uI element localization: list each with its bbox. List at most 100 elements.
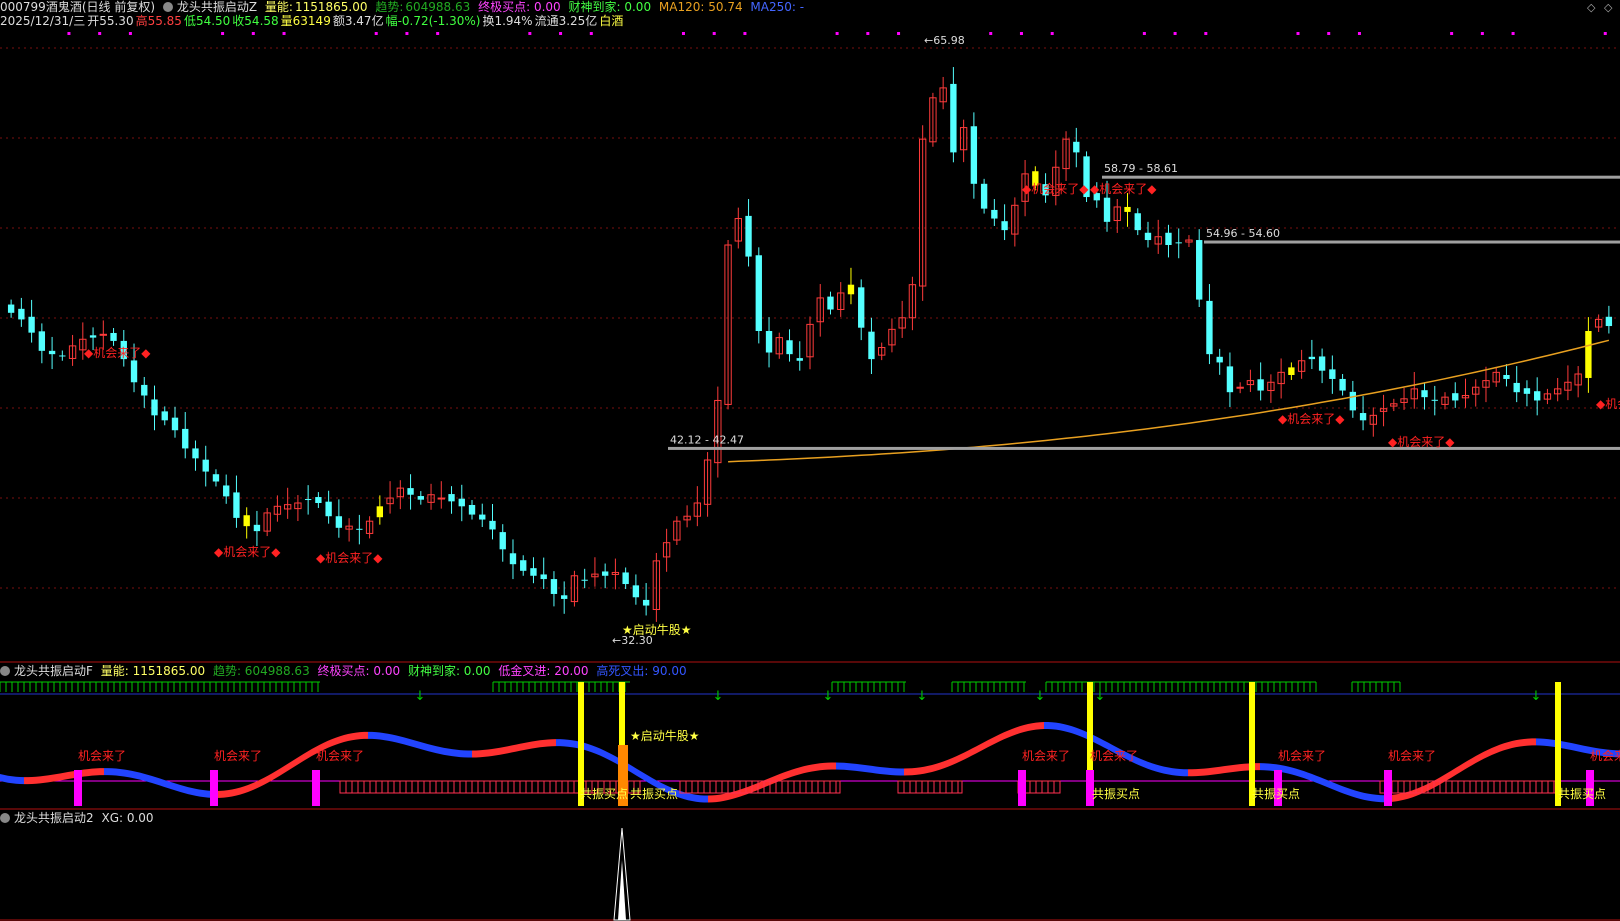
oscillator-band [436, 746, 440, 755]
oscillator-band [652, 777, 656, 788]
oscillator-band [1396, 793, 1400, 802]
oscillator-band [56, 773, 60, 782]
candle-body [325, 501, 332, 517]
oscillator-band [916, 767, 920, 775]
oscillator-band [964, 750, 968, 760]
candle-body [1216, 356, 1223, 363]
oscillator-band [128, 770, 132, 778]
oscillator-band [736, 789, 740, 798]
top-signal-dot [1142, 32, 1146, 35]
oscillator-band [444, 747, 448, 756]
kline-chart[interactable]: 58.79 - 58.61 54.96 - 54.60 42.12 - 42.47 ←… [0, 0, 1620, 921]
candle-body [1349, 391, 1357, 411]
oscillator-band [1184, 769, 1188, 777]
oscillator-band [936, 762, 940, 771]
candle-body [1073, 141, 1080, 153]
oscillator-band [1316, 775, 1320, 785]
candle-body [407, 488, 414, 495]
oscillator-band [716, 794, 720, 803]
candle-body [48, 350, 56, 355]
oscillator-band [116, 768, 120, 776]
oscillator-band [1052, 722, 1056, 730]
oscillator-band [1016, 726, 1020, 735]
oscillator-band [368, 731, 372, 739]
oscillator-band [1004, 730, 1008, 740]
oscillator-band [1528, 738, 1532, 746]
candle-body [581, 579, 588, 581]
oscillator-band [1268, 763, 1272, 771]
oscillator-band [832, 762, 836, 770]
oscillator-band [484, 749, 488, 757]
oscillator-band [860, 764, 864, 772]
oscillator-band [516, 743, 520, 752]
sub-signal-label: 机会来了 [1388, 749, 1436, 763]
candle-body [796, 358, 803, 361]
candle-body [1124, 206, 1131, 212]
candle-body [868, 331, 875, 360]
oscillator-band [148, 774, 152, 784]
oscillator-band [904, 768, 908, 776]
candle-body [1288, 367, 1295, 375]
oscillator-band [920, 766, 924, 775]
oscillator-band [1096, 736, 1100, 746]
oscillator-band [1340, 785, 1344, 794]
oscillator-band [1008, 728, 1012, 738]
oscillator-band [224, 790, 228, 798]
oscillator-band [1024, 724, 1028, 732]
oscillator-band [1532, 738, 1536, 746]
oscillator-band [816, 763, 820, 771]
candle-body [417, 496, 424, 500]
oscillator-band [708, 795, 712, 803]
oscillator-band [1176, 768, 1180, 776]
top-signal-dot [989, 32, 993, 35]
oscillator-band [1376, 794, 1380, 803]
oscillator-band [68, 771, 72, 780]
top-signal-dot [835, 32, 839, 35]
top-signal-dot [866, 32, 870, 35]
oscillator-band [360, 731, 364, 740]
oscillator-band [332, 737, 336, 747]
top-signal-dot [1511, 32, 1515, 35]
candle-body [1134, 213, 1141, 231]
oscillator-band [100, 768, 104, 776]
oscillator-band [356, 732, 360, 740]
magenta-signal-bar [210, 770, 218, 806]
oscillator-band [1196, 768, 1200, 777]
oscillator-band [584, 742, 588, 751]
oscillator-band [520, 742, 524, 751]
oscillator-band [952, 756, 956, 766]
oscillator-band [416, 740, 420, 749]
oscillator-band [612, 754, 616, 764]
oscillator-band [532, 740, 536, 749]
candle-body [1236, 386, 1244, 389]
oscillator-band [636, 768, 640, 778]
oscillator-band [1260, 763, 1264, 771]
oscillator-band [864, 764, 868, 773]
oscillator-band [84, 769, 88, 777]
oscillator-band [288, 761, 292, 771]
oscillator-band [1148, 761, 1152, 771]
oscillator-band [788, 769, 792, 778]
oscillator-band [1356, 790, 1360, 799]
oscillator-band [1452, 767, 1456, 778]
oscillator-band [452, 749, 456, 757]
candle-body [991, 209, 998, 219]
oscillator-band [720, 793, 724, 802]
oscillator-band [1500, 743, 1504, 752]
candle-body [141, 384, 148, 396]
oscillator-band [1180, 768, 1184, 777]
oscillator-band [512, 744, 516, 753]
oscillator-band [528, 741, 532, 750]
oscillator-band [328, 739, 332, 748]
oscillator-band [960, 752, 964, 762]
oscillator-band [388, 733, 392, 742]
oscillator-band [792, 768, 796, 777]
oscillator-band [944, 759, 948, 769]
oscillator-band [380, 732, 384, 741]
candle-body [561, 595, 568, 599]
oscillator-band [884, 767, 888, 775]
oscillator-band [1192, 769, 1196, 777]
oscillator-band [892, 768, 896, 776]
oscillator-band [300, 753, 304, 764]
candle-body [1452, 393, 1459, 401]
